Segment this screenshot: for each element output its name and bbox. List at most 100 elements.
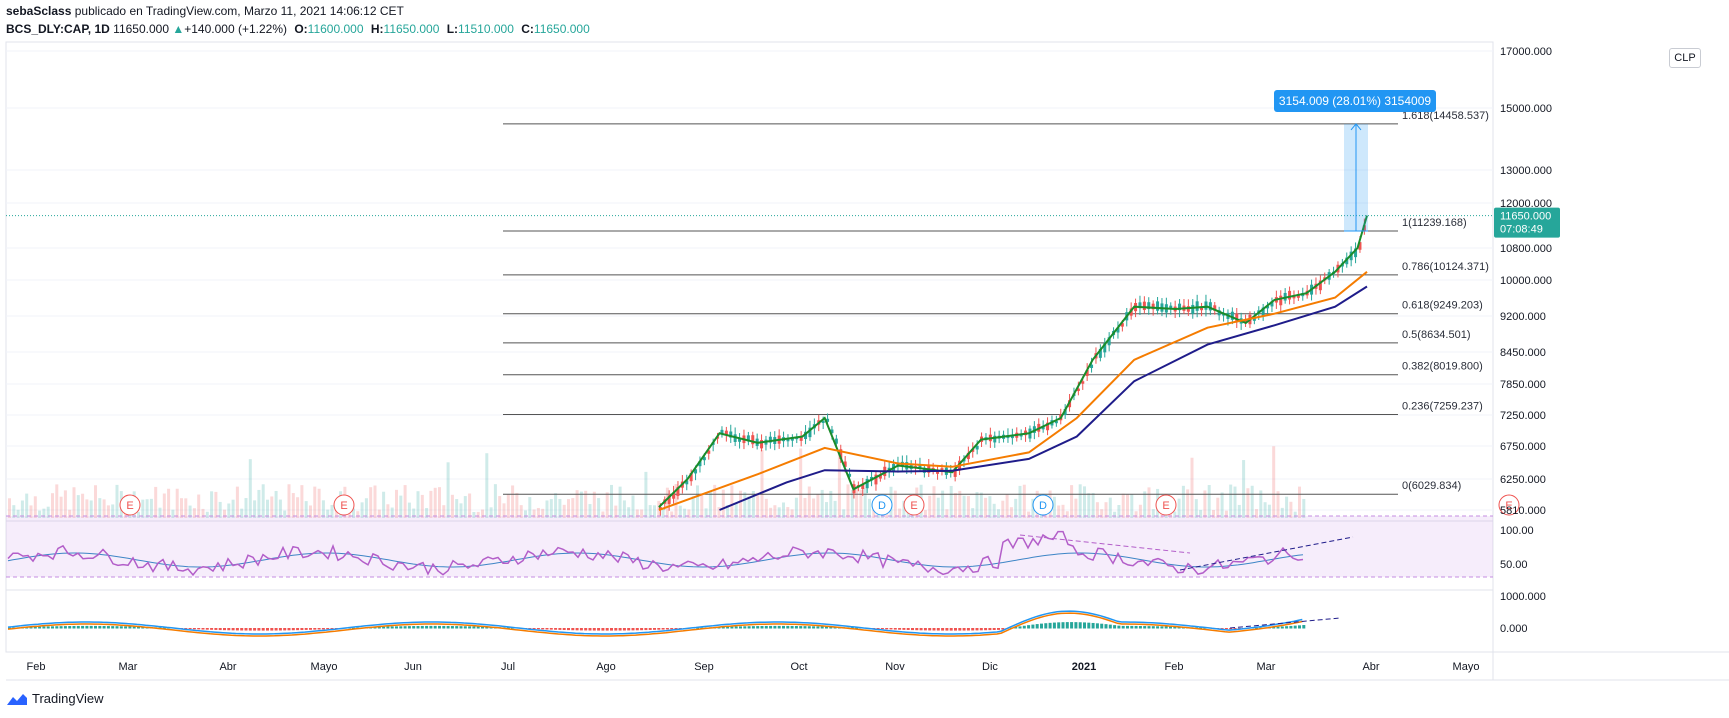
ema_slow-line [719, 285, 1368, 511]
volume-bar [1186, 489, 1190, 518]
macd-histogram-bar [205, 628, 209, 630]
volume-bar [747, 496, 751, 518]
macd-histogram-bar [747, 626, 751, 629]
price-tick-label: 10000.000 [1500, 275, 1552, 287]
macd-histogram-bar [880, 628, 884, 630]
volume-bar [369, 487, 373, 518]
macd-pane[interactable]: 1000.000 0.000 [7, 591, 1546, 637]
macd-histogram-bar [541, 628, 545, 630]
volume-bar [618, 486, 622, 518]
measure-tool[interactable]: 3154.009 (28.01%) 3154009 [1274, 90, 1436, 232]
macd-histogram-bar [68, 626, 72, 629]
volume-bar [1190, 457, 1194, 518]
macd-histogram-bar [1289, 625, 1293, 629]
volume-bar [756, 492, 760, 518]
macd-histogram-bar [885, 628, 889, 630]
volume-bar [1242, 460, 1246, 518]
volume-bar [1298, 486, 1301, 518]
macd-histogram-bar [773, 625, 777, 629]
macd-histogram-bar [816, 626, 820, 629]
currency-badge[interactable]: CLP [1669, 48, 1701, 68]
macd-histogram-bar [760, 626, 764, 629]
macd-histogram-bar [317, 628, 321, 630]
fib-level-label: 0.618(9249.203) [1402, 300, 1483, 312]
macd-histogram-bar [1121, 625, 1125, 629]
macd-histogram-bar [954, 628, 957, 631]
macd-histogram-bar [1095, 623, 1099, 629]
volume-bar [584, 490, 588, 518]
last-price-value: 11650.000 [1500, 211, 1551, 223]
macd-histogram-bar [545, 628, 549, 630]
volume-bar [463, 496, 467, 518]
macd-histogram-bar [98, 625, 102, 629]
price-axis[interactable]: 17000.00015000.00013000.00012000.0001080… [1494, 46, 1560, 517]
volume-bar [8, 498, 11, 518]
macd-histogram-bar [55, 626, 59, 629]
event-markers[interactable]: E E ED D E E [119, 494, 1520, 516]
volume-bar [979, 492, 983, 518]
macd-histogram-bar [51, 626, 54, 629]
fib-level-label: 0(6029.834) [1402, 480, 1461, 492]
macd-histogram-bar [89, 625, 93, 629]
macd-signal-line [7, 612, 1303, 637]
macd-histogram-bar [893, 628, 897, 630]
macd-histogram-bar [399, 626, 403, 629]
volume-bar [794, 497, 798, 518]
volume-bar [1246, 488, 1250, 518]
time-tick-label: Mar [119, 661, 138, 673]
volume-bar [76, 495, 80, 518]
volume-bar [1229, 484, 1233, 518]
volume-bar [1087, 493, 1091, 518]
macd-histogram-bar [119, 626, 123, 629]
macd-histogram-bar [1293, 625, 1297, 629]
moving-averages [6, 215, 1493, 511]
volume-bar [115, 484, 119, 518]
volume-bar [167, 488, 171, 518]
macd-histogram-bar [304, 628, 308, 630]
volume-bar [1091, 492, 1095, 518]
volume-bar [455, 499, 459, 518]
macd-histogram-bar [1035, 624, 1039, 629]
macd-histogram-bar [395, 626, 398, 629]
macd-histogram-bar [941, 628, 945, 631]
candle-body [1191, 304, 1195, 314]
time-axis[interactable]: Feb Mar Abr Mayo Jun Jul Ago Sep Oct Nov Dic 2021 Fe… [27, 661, 1480, 673]
event-marker-label: E [1162, 500, 1169, 512]
tradingview-logo[interactable]: TradingView [6, 691, 104, 706]
time-tick-label: Jun [404, 661, 422, 673]
volume-bar [313, 486, 317, 518]
time-tick-label: Feb [1165, 661, 1184, 673]
volume-bar [1177, 498, 1181, 518]
rsi-pane[interactable]: 100.00 50.00 [6, 515, 1534, 578]
volume-bar [197, 494, 201, 518]
macd-histogram-bar [257, 628, 261, 631]
fib-level-label: 0.382(8019.800) [1402, 361, 1483, 373]
volume-bar [287, 484, 291, 518]
macd-histogram-bar [420, 625, 424, 629]
macd-histogram-bar [1104, 624, 1108, 629]
price-chart[interactable]: 1.618(14458.537)1(11239.168)0.786(10124.… [0, 0, 1729, 718]
volume-bar [214, 491, 218, 518]
macd-histogram-bar [945, 628, 949, 631]
volume-bar [235, 486, 239, 518]
measure-label-text: 3154.009 (28.01%) 3154009 [1279, 94, 1431, 108]
macd-histogram-bar [188, 628, 192, 630]
price-tick-label: 5810.000 [1500, 505, 1546, 517]
macd-histogram-bar [1100, 623, 1104, 629]
volume-bar [485, 453, 489, 518]
macd-histogram-bar [1113, 625, 1117, 629]
price-tick-label: 6750.000 [1500, 441, 1546, 453]
macd-histogram-bar [635, 628, 639, 631]
volume-bar [1233, 486, 1237, 518]
volume-bar [1078, 484, 1082, 518]
macd-histogram-bar [1302, 625, 1306, 629]
macd-histogram-bar [278, 628, 282, 631]
volume-bar [506, 494, 510, 518]
volume-bar [696, 485, 699, 518]
volume-bar [55, 484, 59, 518]
volume-bar [1052, 496, 1056, 518]
macd-histogram-bar [799, 626, 803, 629]
volume-bar [1220, 492, 1224, 518]
macd-histogram-bar [997, 628, 1000, 630]
macd-histogram-bar [631, 628, 635, 631]
